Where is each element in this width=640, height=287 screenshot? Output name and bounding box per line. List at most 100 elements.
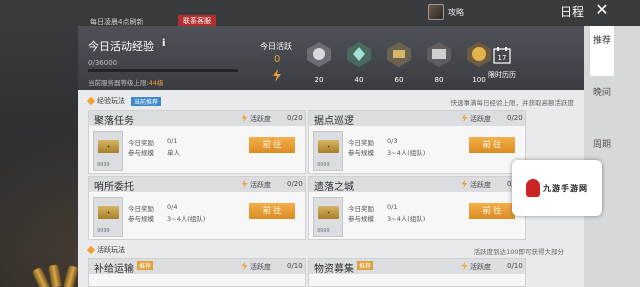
bolt-icon [461,113,468,123]
card-progress: 0/20 [507,114,523,122]
calendar-icon[interactable]: 17 [492,46,512,68]
reward-icon [307,42,331,67]
rule-value: 3~4人(组队) [167,215,206,223]
reward-chest-2[interactable]: 40 [343,40,375,84]
today-reward-value: 0/1 [387,203,398,211]
exp-play-header: 经验玩法 当前推荐 [86,95,162,107]
reward-chests: 20 40 60 80 100 [303,40,495,84]
panel-title: 今日活动经验 [88,40,154,53]
today-reward-value: 0/3 [387,137,398,145]
task-card: 聚落任务 活跃度 0/20 ✦ 9999 今日奖励 参与规模 0/1 单人 前 往 [88,110,306,174]
go-button[interactable]: 前 往 [469,203,515,219]
task-card: 据点巡逻 活跃度 0/20 ✦ 9999 今日奖励 参与规模 0/3 3~4人(组… [308,110,526,174]
card-activity-label: 活跃度 [470,181,491,189]
active-play-header: 活跃玩法 [86,244,125,256]
reward-icon [347,42,371,67]
exp-play-note: 快速事满每日经验上限，并获取高额活跃度 [450,99,575,107]
activity-label: 今日活跃 [260,42,292,51]
reward-threshold: 80 [434,76,444,84]
reward-ticket: ✦ 9999 [313,197,343,237]
card-title: 物资募集 [314,264,354,275]
today-reward-value: 0/4 [167,203,178,211]
exp-play-title: 经验玩法 [97,97,125,105]
svg-text:17: 17 [498,54,507,62]
active-play-title: 活跃玩法 [97,246,125,254]
task-card: 物资募集 推荐 活跃度 0/10 [308,258,526,287]
bolt-icon [461,179,468,189]
activity-value: 0 [274,54,281,65]
close-icon[interactable]: ✕ [594,2,610,18]
bolt-icon [241,179,248,189]
card-title: 聚落任务 [94,116,134,127]
info-icon[interactable]: i [162,38,171,49]
tab-weekly[interactable]: 周期 [590,140,614,151]
card-activity-label: 活跃度 [250,263,271,271]
card-title: 遗落之城 [314,182,354,193]
reward-chest-3[interactable]: 60 [383,40,415,84]
rule-value: 3~4人(组队) [387,215,426,223]
card-title: 补给运输 [94,264,134,275]
rule-label: 参与规模 [128,215,154,223]
history-label[interactable]: 限时历历 [488,70,516,80]
reward-threshold: 20 [314,76,324,84]
today-reward-label: 今日奖励 [348,139,374,147]
guide-button[interactable]: 攻略 [428,4,464,20]
bolt-icon [461,261,468,271]
bolt-icon [273,69,281,82]
schedule-title: 日程 [560,5,585,19]
card-title: 据点巡逻 [314,116,354,127]
rule-label: 参与规模 [348,215,374,223]
bolt-icon [241,113,248,123]
reward-chest-4[interactable]: 80 [423,40,455,84]
reward-icon [387,42,411,67]
tab-evening[interactable]: 晚间 [590,88,614,99]
recommend-badge: 当前推荐 [131,96,162,106]
watermark-logo: 九游手游网 [512,160,602,216]
reward-threshold: 60 [394,76,404,84]
xp-readout: 0/36000 [88,59,118,67]
reward-threshold: 40 [354,76,364,84]
rule-value: 3~4人(组队) [387,149,426,157]
task-card: 补给运输 推荐 活跃度 0/10 [88,258,306,287]
task-card: 遗落之城 活跃度 0/20 ✦9999 今日奖励 参与规模 0/1 3~4人(组… [308,176,526,240]
recommend-badge: 推荐 [357,261,374,270]
reward-chest-1[interactable]: 20 [303,40,335,84]
xp-progress-bar [88,69,238,72]
recommend-badge: 推荐 [137,261,154,270]
active-play-note: 活跃度到达100即可获得大部分 [473,248,564,256]
today-reward-label: 今日奖励 [128,139,154,147]
reward-ticket: ✦ 9999 [93,131,123,171]
card-progress: 0/20 [287,180,303,188]
card-progress: 0/10 [287,262,303,270]
bolt-icon [241,261,248,271]
card-progress: 0/20 [287,114,303,122]
panel-header: 今日活动经验 i 0/36000 当前服务器等级上限:44级 今日活跃 0 20… [78,26,584,90]
reward-icon [427,42,451,67]
go-button[interactable]: 前 往 [249,137,295,153]
watermark-text: 九游手游网 [543,183,588,193]
today-reward-value: 0/1 [167,137,178,145]
card-progress: 0/10 [507,262,523,270]
activity-panel: 今日活动经验 i 0/36000 当前服务器等级上限:44级 今日活跃 0 20… [78,26,584,287]
tab-recommend[interactable]: 推荐 [590,26,614,76]
guide-label: 攻略 [448,7,464,17]
go-button[interactable]: 前 往 [249,203,295,219]
rule-value: 单人 [167,149,180,157]
reward-icon [467,42,491,67]
brand-logo-icon [526,179,540,197]
side-tabs: 推荐 晚间 周期 [584,26,640,287]
today-reward-label: 今日奖励 [348,205,374,213]
diamond-icon [86,96,96,106]
card-activity-label: 活跃度 [470,115,491,123]
today-reward-label: 今日奖励 [128,205,154,213]
go-button[interactable]: 前 往 [469,137,515,153]
rule-label: 参与规模 [348,149,374,157]
card-activity-label: 活跃度 [250,181,271,189]
card-activity-label: 活跃度 [470,263,491,271]
reward-ticket: ✦ 9999 [313,131,343,171]
task-card: 哨所委托 活跃度 0/20 ✦ 9999 今日奖励 参与规模 0/4 3~4人(组… [88,176,306,240]
server-level-cap: 当前服务器等级上限:44级 [88,79,164,87]
guide-avatar [428,4,444,20]
card-activity-label: 活跃度 [250,115,271,123]
card-title: 哨所委托 [94,182,134,193]
